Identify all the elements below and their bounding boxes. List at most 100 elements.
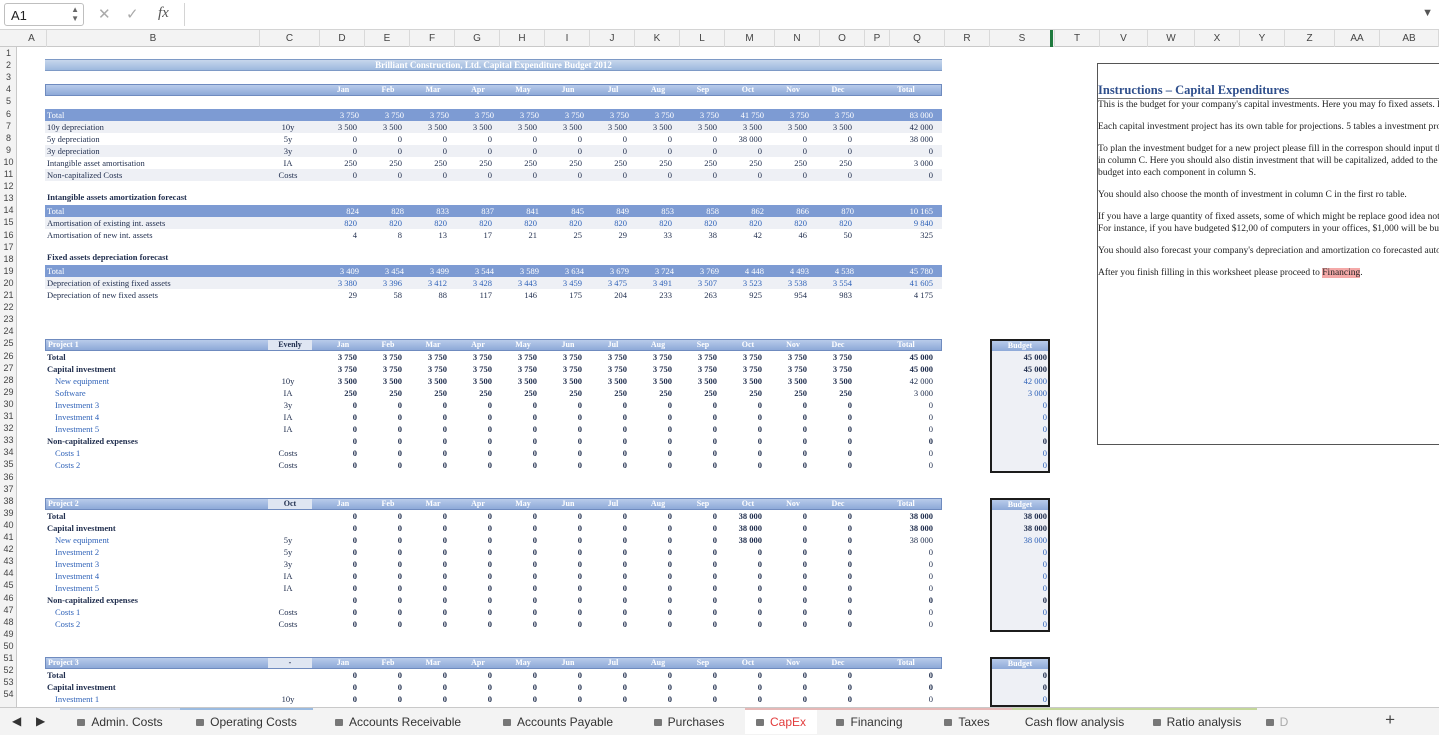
cell-value[interactable]: 0 — [822, 411, 852, 423]
row-budget[interactable]: 0 — [990, 558, 1050, 570]
cell-value[interactable]: 0 — [507, 133, 537, 145]
cell-value[interactable]: 250 — [822, 157, 852, 169]
cell-value[interactable]: 3 428 — [462, 277, 492, 289]
row-header[interactable]: 29 — [0, 386, 17, 398]
cell-value[interactable]: 0 — [777, 169, 807, 181]
cell-value[interactable]: 0 — [732, 447, 762, 459]
cell-value[interactable]: 38 000 — [732, 510, 762, 522]
cell-value[interactable]: 820 — [552, 217, 582, 229]
cell-value[interactable]: 0 — [822, 618, 852, 630]
cell-value[interactable]: 3 724 — [644, 265, 674, 277]
cell-value[interactable]: 0 — [462, 606, 492, 618]
cell-value[interactable]: 0 — [777, 618, 807, 630]
cell-value[interactable]: 3 750 — [329, 109, 359, 121]
column-header[interactable]: F — [410, 30, 455, 47]
cell-value[interactable]: 0 — [372, 546, 402, 558]
cell-value[interactable]: 0 — [552, 510, 582, 522]
cell-value[interactable]: 3 589 — [509, 265, 539, 277]
row-budget[interactable]: 0 — [990, 681, 1050, 693]
row-budget[interactable]: 0 — [990, 546, 1050, 558]
cell-value[interactable]: 0 — [327, 423, 357, 435]
cell-value[interactable]: 0 — [552, 435, 582, 447]
row-header[interactable]: 24 — [0, 325, 17, 337]
cell-value[interactable]: 0 — [777, 570, 807, 582]
column-header[interactable]: L — [680, 30, 725, 47]
cell-value[interactable]: 0 — [372, 510, 402, 522]
cell-value[interactable]: 0 — [462, 594, 492, 606]
cell-value[interactable]: 0 — [507, 411, 537, 423]
row-header[interactable]: 33 — [0, 434, 17, 446]
column-header[interactable]: M — [725, 30, 775, 47]
row-header[interactable]: 44 — [0, 567, 17, 579]
row-budget[interactable]: 0 — [990, 669, 1050, 681]
cell-value[interactable]: 3 750 — [327, 363, 357, 375]
cell-value[interactable]: 0 — [327, 693, 357, 705]
cell-value[interactable]: 0 — [417, 459, 447, 471]
cell-value[interactable]: 0 — [372, 534, 402, 546]
cell-value[interactable]: 0 — [642, 447, 672, 459]
cell-value[interactable]: 0 — [687, 399, 717, 411]
cell-value[interactable]: 0 — [372, 693, 402, 705]
row-budget[interactable]: 0 — [990, 459, 1050, 471]
row-header[interactable]: 6 — [0, 108, 17, 120]
row-header[interactable]: 16 — [0, 229, 17, 241]
cell-value[interactable]: 0 — [822, 693, 852, 705]
name-box-spinner-icon[interactable]: ▲ ▼ — [71, 5, 79, 23]
cell-value[interactable]: 0 — [507, 618, 537, 630]
row-header[interactable]: 11 — [0, 168, 17, 180]
row-budget[interactable]: 0 — [990, 570, 1050, 582]
cell-value[interactable]: 0 — [732, 681, 762, 693]
cell-value[interactable]: 0 — [552, 669, 582, 681]
cell-value[interactable]: 0 — [687, 423, 717, 435]
row-header[interactable]: 4 — [0, 83, 17, 95]
cell-value[interactable]: 0 — [552, 570, 582, 582]
row-header[interactable]: 22 — [0, 301, 17, 313]
row-header[interactable]: 54 — [0, 688, 17, 700]
cell-value[interactable]: 3 750 — [372, 363, 402, 375]
cell-value[interactable]: 0 — [732, 546, 762, 558]
cell-value[interactable]: 3 475 — [597, 277, 627, 289]
cell-value[interactable]: 3 459 — [552, 277, 582, 289]
cell-value[interactable]: 3 491 — [642, 277, 672, 289]
cell-value[interactable]: 0 — [732, 459, 762, 471]
cell-value[interactable]: 0 — [327, 522, 357, 534]
cell-value[interactable]: 0 — [822, 594, 852, 606]
cell-value[interactable]: 3 750 — [597, 351, 627, 363]
row-header[interactable]: 31 — [0, 410, 17, 422]
cell-value[interactable]: 250 — [687, 387, 717, 399]
cell-value[interactable]: 250 — [777, 157, 807, 169]
cell-value[interactable]: 820 — [687, 217, 717, 229]
column-header[interactable]: T — [1055, 30, 1100, 47]
cell-value[interactable]: 0 — [417, 411, 447, 423]
cell-value[interactable]: 0 — [597, 534, 627, 546]
cell-value[interactable]: 0 — [642, 133, 672, 145]
row-header[interactable]: 37 — [0, 483, 17, 495]
cell-value[interactable]: 3 750 — [824, 109, 854, 121]
cell-value[interactable]: 833 — [419, 205, 449, 217]
row-header[interactable]: 41 — [0, 531, 17, 543]
cell-value[interactable]: 0 — [507, 558, 537, 570]
cell-value[interactable]: 0 — [552, 145, 582, 157]
cell-value[interactable]: 0 — [462, 546, 492, 558]
cell-value[interactable]: 3 500 — [687, 375, 717, 387]
row-header[interactable]: 30 — [0, 398, 17, 410]
cell-value[interactable]: 0 — [822, 145, 852, 157]
cell-value[interactable]: 820 — [417, 217, 447, 229]
financing-link[interactable]: Financing — [1322, 268, 1361, 278]
cell-value[interactable]: 820 — [327, 217, 357, 229]
cell-value[interactable]: 3 750 — [327, 351, 357, 363]
worksheet-grid[interactable]: Brilliant Construction, Ltd. Capital Exp… — [17, 47, 1439, 707]
cell-value[interactable]: 0 — [777, 411, 807, 423]
cell-value[interactable]: 250 — [552, 387, 582, 399]
cell-value[interactable]: 0 — [507, 447, 537, 459]
cell-value[interactable]: 0 — [417, 534, 447, 546]
cell-value[interactable]: 0 — [732, 435, 762, 447]
cell-value[interactable]: 29 — [597, 229, 628, 241]
cell-value[interactable]: 0 — [417, 510, 447, 522]
cell-value[interactable]: 233 — [642, 289, 672, 301]
cell-value[interactable]: 0 — [372, 582, 402, 594]
row-budget[interactable]: 0 — [990, 606, 1050, 618]
cell-value[interactable]: 0 — [687, 510, 717, 522]
column-header[interactable]: J — [590, 30, 635, 47]
cell-value[interactable]: 13 — [417, 229, 448, 241]
